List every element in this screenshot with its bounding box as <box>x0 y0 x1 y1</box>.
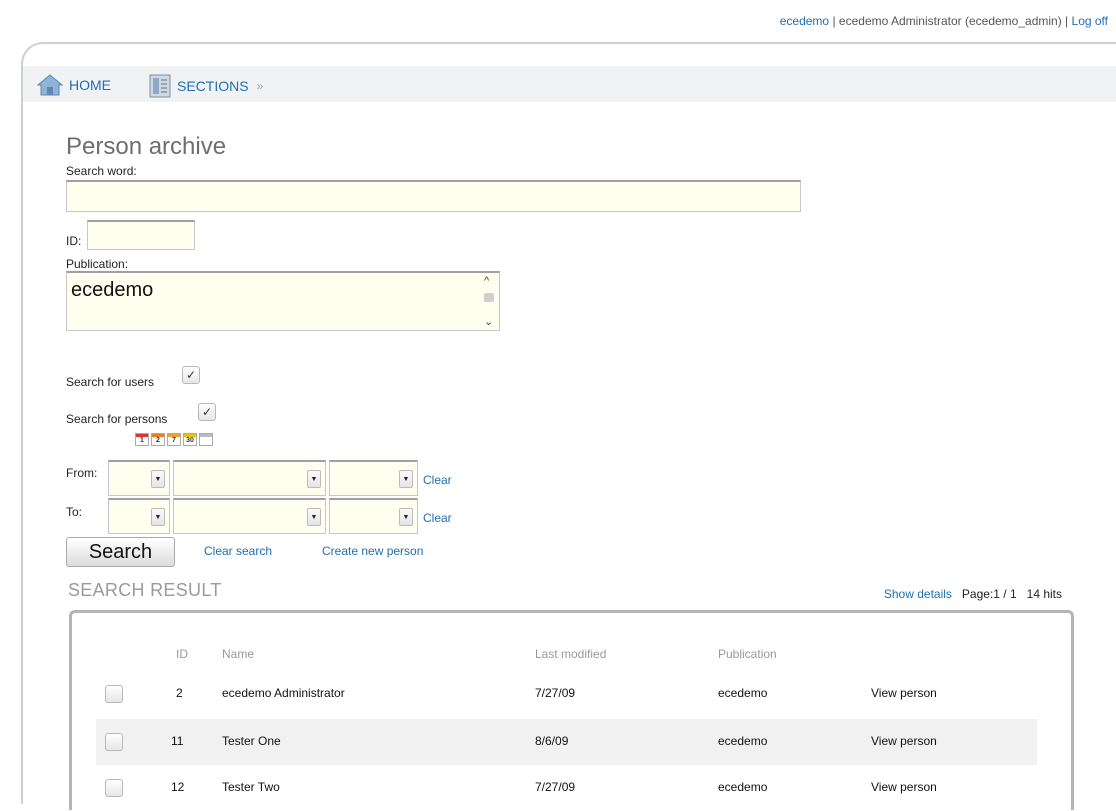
id-label: ID: <box>66 234 82 248</box>
view-person-link[interactable]: View person <box>871 686 937 700</box>
search-button[interactable]: Search <box>66 537 175 567</box>
from-month-select[interactable]: ▼ <box>173 460 326 496</box>
scroll-down-icon[interactable]: ⌄ <box>484 315 493 328</box>
search-users-checkbox[interactable]: ✓ <box>182 366 200 384</box>
row-checkbox[interactable] <box>105 685 123 703</box>
row-name-link[interactable]: ecedemo Administrator <box>222 686 345 700</box>
calendar-7-days-icon[interactable]: 7 <box>167 433 181 446</box>
to-day-select[interactable]: ▼ <box>108 498 170 534</box>
view-person-link[interactable]: View person <box>871 780 937 794</box>
show-details-link[interactable]: Show details <box>884 587 952 601</box>
to-label: To: <box>66 505 83 519</box>
row-id: 12 <box>171 780 185 794</box>
publication-label: Publication: <box>66 257 129 271</box>
home-icon <box>37 74 63 96</box>
nav-sections-label: SECTIONS <box>177 78 249 94</box>
calendar-30-days-icon[interactable]: 30 <box>183 433 197 446</box>
table-row: 12 Tester Two 7/27/09 ecedemo View perso… <box>96 765 1037 811</box>
chevron-down-icon: ▼ <box>151 508 165 526</box>
check-icon: ✓ <box>201 405 213 419</box>
search-result-title: SEARCH RESULT <box>68 580 222 600</box>
user-info: ecedemo Administrator (ecedemo_admin) <box>838 14 1062 28</box>
id-input[interactable] <box>87 220 195 250</box>
row-publication: ecedemo <box>718 734 768 748</box>
from-label: From: <box>66 466 98 480</box>
column-header-last-modified: Last modified <box>535 647 607 661</box>
calendar-custom-icon[interactable] <box>199 433 213 446</box>
chevron-down-icon: ▼ <box>151 470 165 488</box>
from-day-select[interactable]: ▼ <box>108 460 170 496</box>
page-info: Page:1 / 1 <box>961 587 1017 601</box>
nav-home[interactable]: HOME <box>37 74 111 96</box>
to-year-select[interactable]: ▼ <box>329 498 418 534</box>
row-last-modified: 7/27/09 <box>535 780 576 794</box>
column-header-name: Name <box>222 647 255 661</box>
row-name-link[interactable]: Tester Two <box>222 780 280 794</box>
nav-home-label: HOME <box>69 77 111 93</box>
publication-select[interactable]: ecedemo ^ ⌄ <box>66 271 500 331</box>
calendar-2-days-icon[interactable]: 2 <box>151 433 165 446</box>
nav-sections[interactable]: SECTIONS » <box>149 74 263 98</box>
user-link[interactable]: ecedemo <box>780 14 829 28</box>
from-clear-link[interactable]: Clear <box>423 473 452 487</box>
scroll-up-icon[interactable]: ^ <box>484 275 489 287</box>
result-meta: Show details Page:1 / 1 14 hits <box>884 587 1062 601</box>
row-id: 11 <box>171 734 184 748</box>
hit-count: 14 hits <box>1026 587 1062 601</box>
calendar-shortcuts: 1 2 7 30 <box>135 433 213 446</box>
publication-scrollbar[interactable]: ^ ⌄ <box>481 273 499 330</box>
row-last-modified: 8/6/09 <box>535 734 569 748</box>
create-new-person-link[interactable]: Create new person <box>322 544 423 558</box>
to-clear-link[interactable]: Clear <box>423 511 452 525</box>
row-id: 2 <box>176 686 183 700</box>
to-month-select[interactable]: ▼ <box>173 498 326 534</box>
user-bar-separator-2: | <box>1065 14 1069 28</box>
check-icon: ✓ <box>185 368 197 382</box>
publication-option[interactable]: ecedemo <box>71 279 153 302</box>
chevron-down-icon: ▼ <box>307 470 321 488</box>
search-users-label: Search for users <box>66 375 155 389</box>
nav-bar: HOME SECTIONS » <box>23 66 1116 102</box>
row-name-link[interactable]: Tester One <box>222 734 281 748</box>
sections-icon <box>149 74 171 98</box>
clear-search-link[interactable]: Clear search <box>204 544 272 558</box>
row-publication: ecedemo <box>718 686 768 700</box>
page-title: Person archive <box>66 133 227 160</box>
search-word-input[interactable] <box>66 180 801 212</box>
nav-sections-separator: » <box>256 79 264 93</box>
search-word-label: Search word: <box>66 164 137 178</box>
view-person-link[interactable]: View person <box>871 734 937 748</box>
chevron-down-icon: ▼ <box>399 470 413 488</box>
chevron-down-icon: ▼ <box>307 508 321 526</box>
from-year-select[interactable]: ▼ <box>329 460 418 496</box>
row-checkbox[interactable] <box>105 779 123 797</box>
logoff-link[interactable]: Log off <box>1072 14 1108 28</box>
table-row: 11 Tester One 8/6/09 ecedemo View person <box>96 719 1037 765</box>
user-bar-separator: | <box>832 14 836 28</box>
chevron-down-icon: ▼ <box>399 508 413 526</box>
row-publication: ecedemo <box>718 780 768 794</box>
row-last-modified: 7/27/09 <box>535 686 576 700</box>
column-header-publication: Publication <box>718 647 777 661</box>
search-persons-label: Search for persons <box>66 412 168 426</box>
table-row: 2 ecedemo Administrator 7/27/09 ecedemo … <box>96 671 1037 717</box>
search-persons-checkbox[interactable]: ✓ <box>198 403 216 421</box>
user-bar: ecedemo | ecedemo Administrator (ecedemo… <box>780 14 1108 28</box>
calendar-1-day-icon[interactable]: 1 <box>135 433 149 446</box>
scroll-thumb[interactable] <box>484 293 494 302</box>
column-header-id: ID <box>176 647 188 661</box>
row-checkbox[interactable] <box>105 733 123 751</box>
